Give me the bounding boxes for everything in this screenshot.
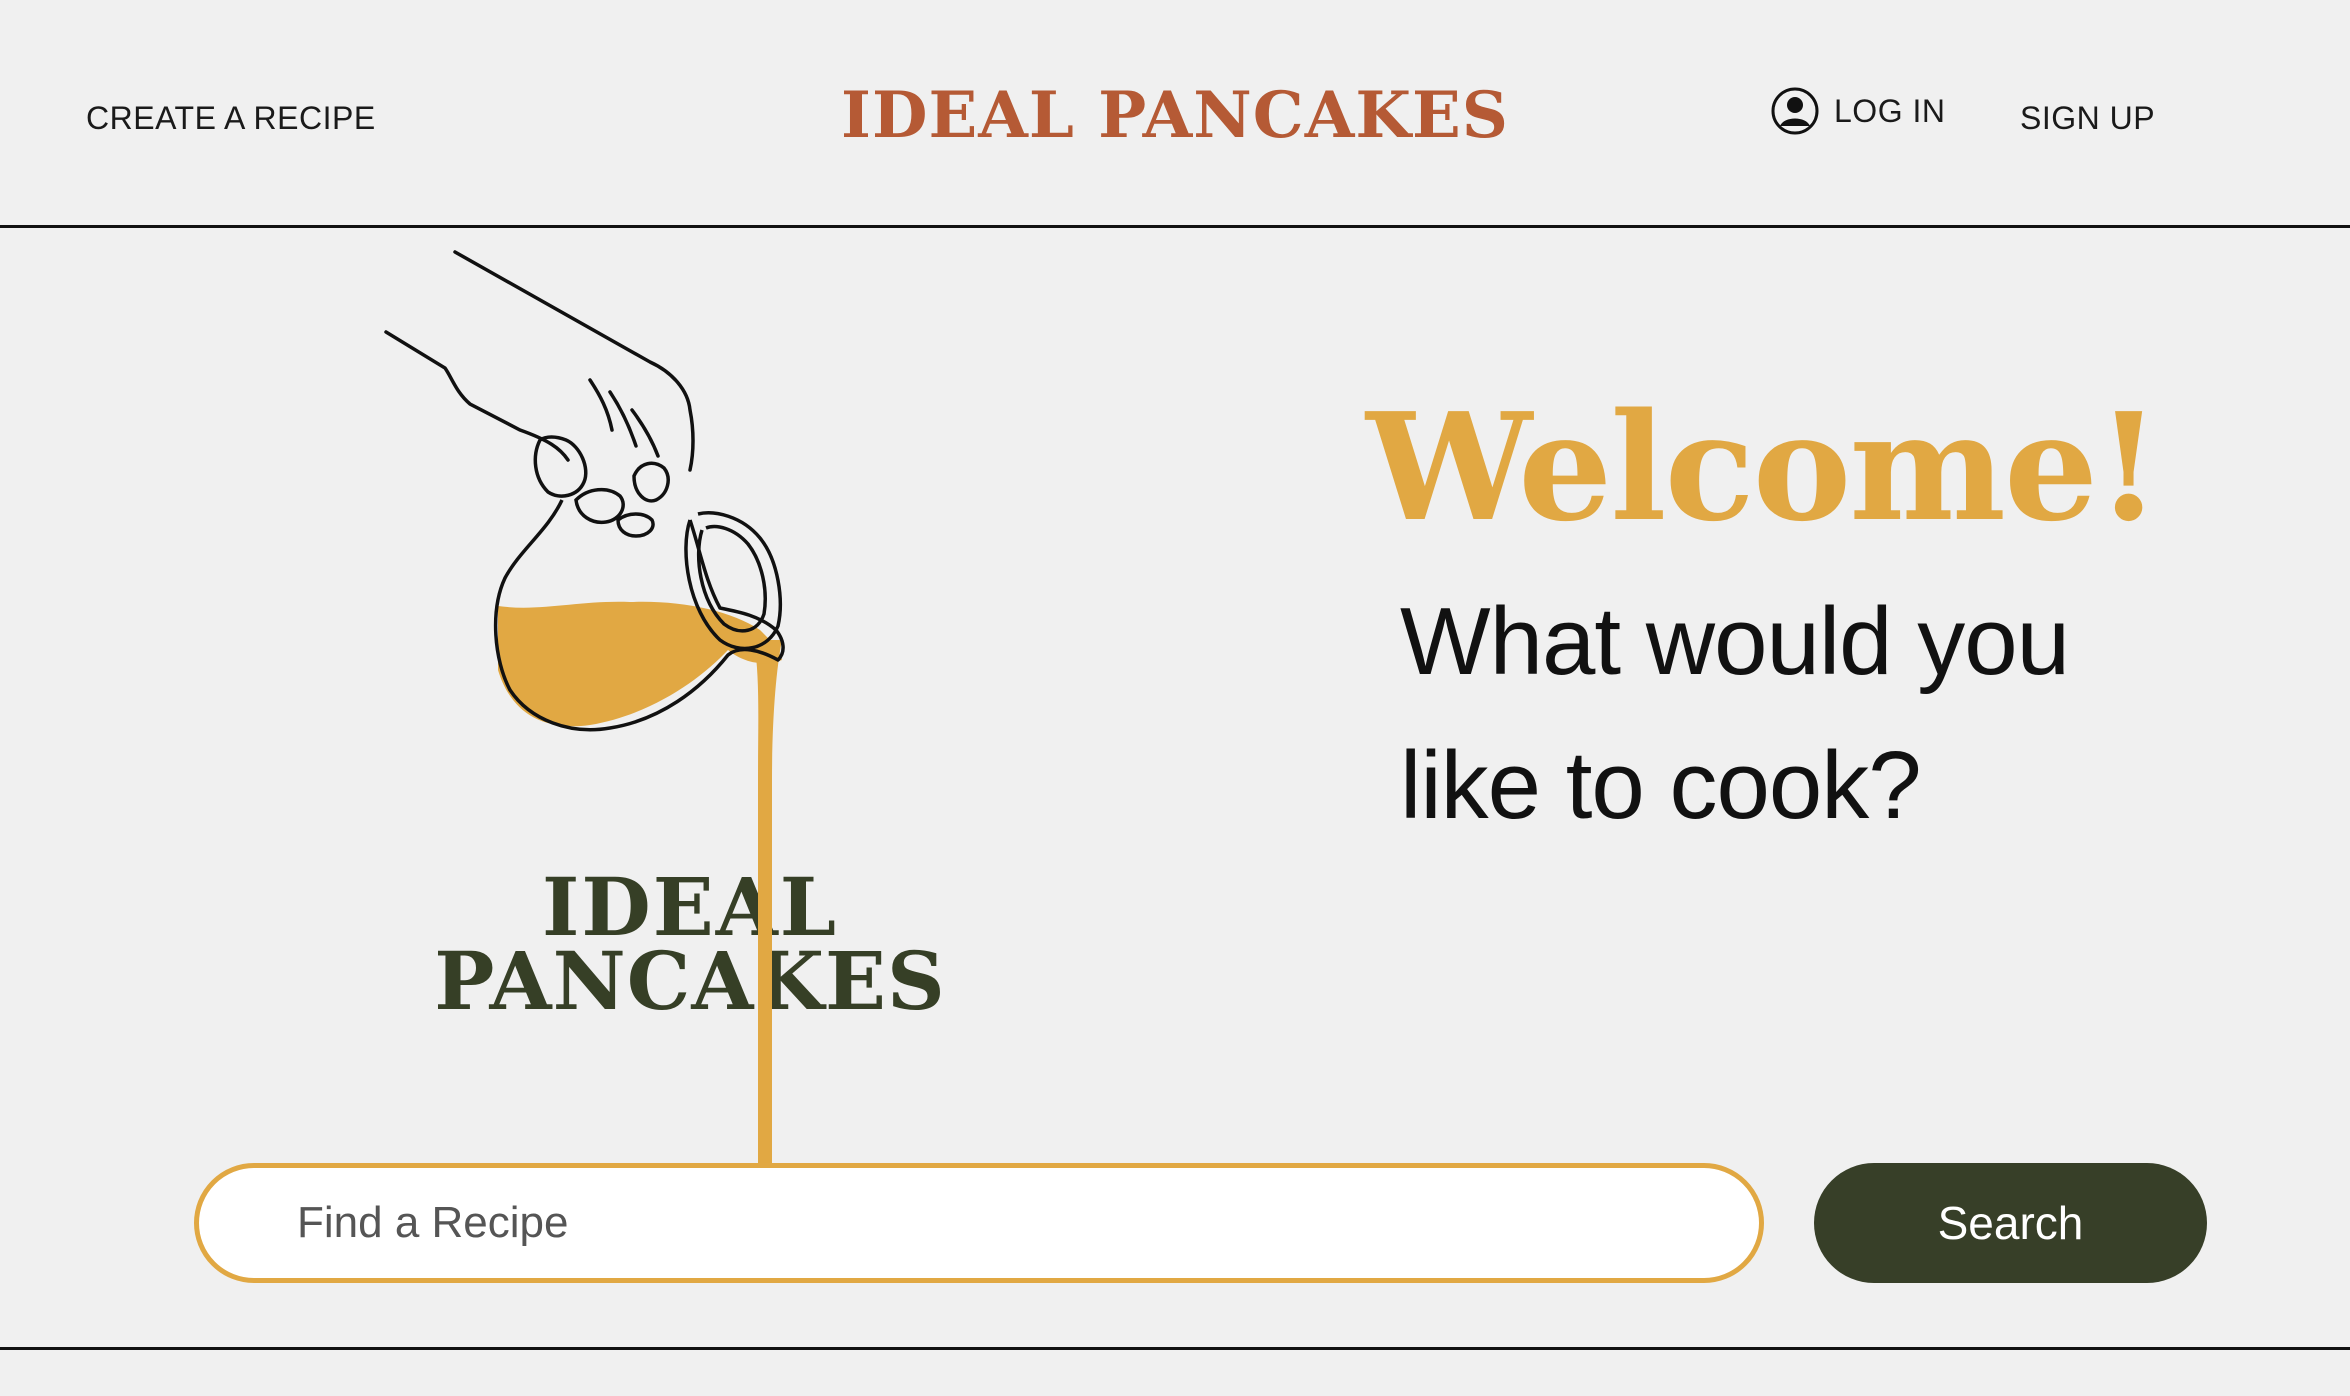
recipe-search-input[interactable] bbox=[194, 1163, 1764, 1283]
page: CREATE A RECIPE IDEAL PANCAKES LOG IN SI… bbox=[0, 0, 2350, 1396]
header-divider bbox=[0, 225, 2350, 228]
brand-title[interactable]: IDEAL PANCAKES bbox=[0, 78, 2350, 153]
ideal-pancakes-logo: IDEAL PANCAKES bbox=[420, 860, 960, 1028]
login-label: LOG IN bbox=[1834, 92, 1946, 129]
signup-link[interactable]: SIGN UP bbox=[2020, 100, 2155, 137]
login-link[interactable]: LOG IN bbox=[1770, 86, 1945, 136]
welcome-heading: Welcome! bbox=[1366, 380, 2161, 554]
site-header: CREATE A RECIPE IDEAL PANCAKES LOG IN SI… bbox=[0, 0, 2350, 226]
user-circle-icon bbox=[1771, 87, 1819, 135]
footer-divider bbox=[0, 1347, 2350, 1350]
search-button[interactable]: Search bbox=[1814, 1163, 2207, 1283]
logo-line-1: IDEAL bbox=[541, 860, 839, 954]
cook-prompt: What would you like to cook? bbox=[1400, 588, 2070, 839]
logo-line-2: PANCAKES bbox=[434, 934, 946, 1028]
batter-stream-overlay bbox=[758, 860, 772, 1170]
